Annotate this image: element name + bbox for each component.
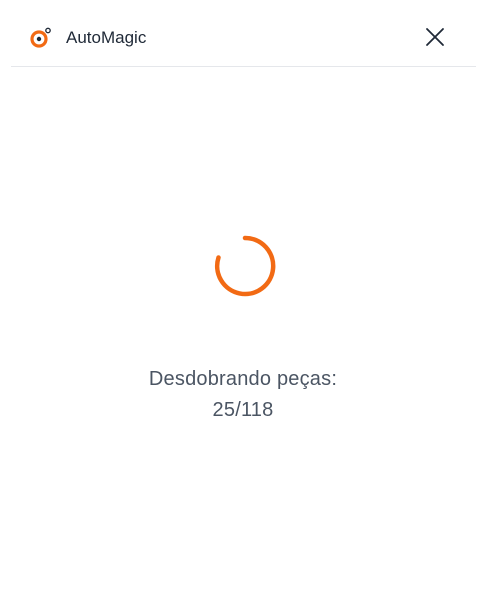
progress-label: Desdobrando peças: [148,368,338,390]
app-title: AutoMagic [66,28,147,47]
progress-count: 25/118 [212,399,274,421]
loading-spinner-icon [213,234,277,298]
automagic-logo-icon [30,27,52,49]
close-icon[interactable] [424,26,446,48]
automagic-panel: AutoMagic Desdobrando peças: 25/118 [0,0,482,608]
